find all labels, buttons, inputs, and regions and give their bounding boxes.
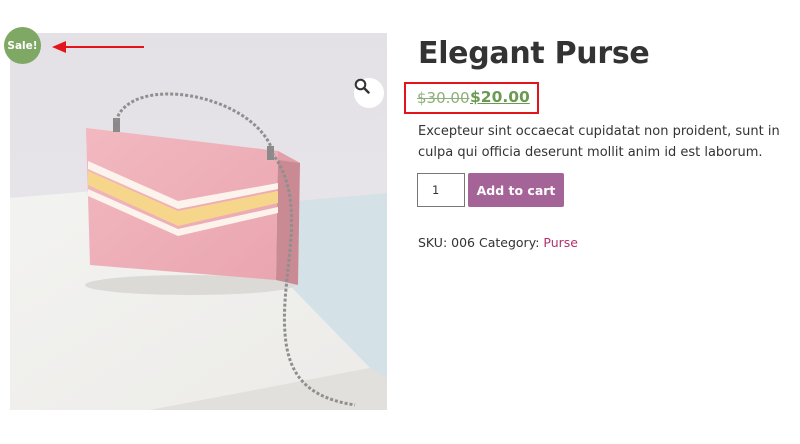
quantity-input[interactable] <box>417 173 465 207</box>
product-description: Excepteur sint occaecat cupidatat non pr… <box>418 124 780 160</box>
regular-price: $30.00 <box>417 89 470 107</box>
zoom-button[interactable] <box>354 78 384 108</box>
sale-badge: Sale! <box>4 27 41 64</box>
category-link[interactable]: Purse <box>543 235 578 250</box>
product-image[interactable] <box>10 33 387 410</box>
sale-price: $20.00 <box>470 88 530 106</box>
arrow-left-icon <box>52 41 144 53</box>
product-meta: SKU: 006 Category: Purse <box>418 235 578 250</box>
sku-value: 006 <box>451 235 476 250</box>
sku-label: SKU: <box>418 235 448 250</box>
magnifier-icon <box>354 78 370 94</box>
add-to-cart-button[interactable]: Add to cart <box>468 173 564 207</box>
purse-illustration <box>10 33 387 410</box>
category-label: Category: <box>479 235 540 250</box>
product-title: Elegant Purse <box>418 36 650 71</box>
